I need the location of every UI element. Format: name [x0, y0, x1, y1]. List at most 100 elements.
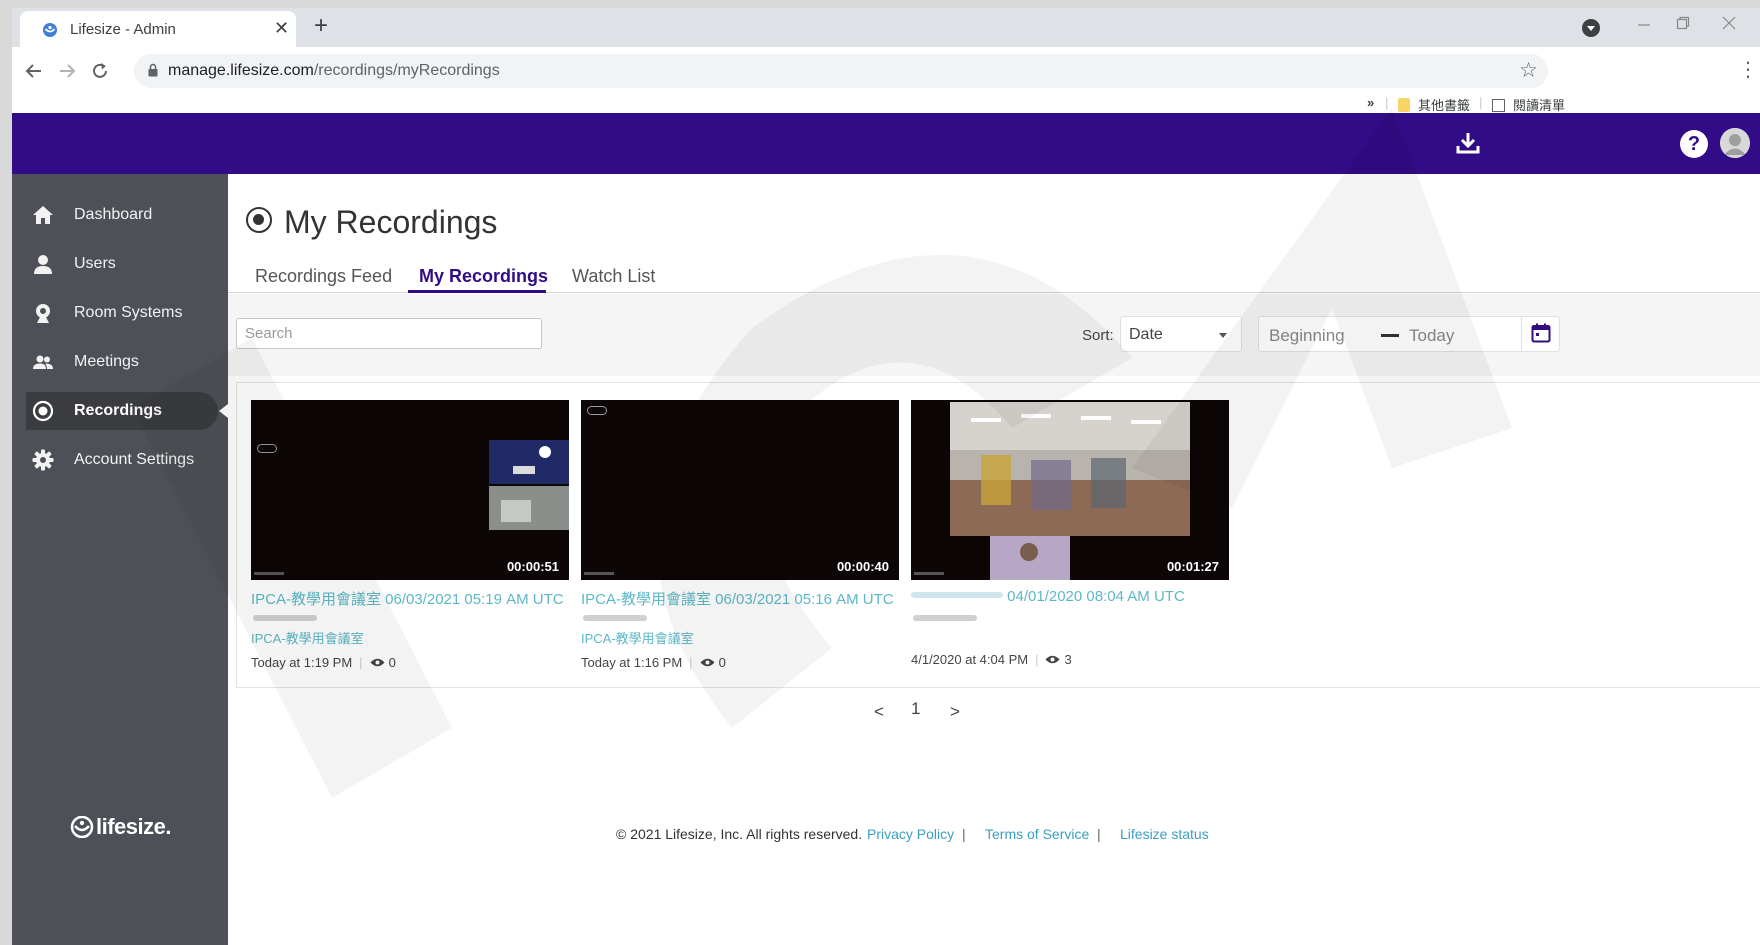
pagination-current[interactable]: 1: [911, 699, 920, 719]
calendar-button[interactable]: [1521, 317, 1561, 351]
privacy-policy-link[interactable]: Privacy Policy: [867, 826, 954, 842]
url-path: /recordings/myRecordings: [313, 62, 500, 79]
recording-date: 4/1/2020 at 4:04 PM: [911, 652, 1029, 667]
url-domain: manage.lifesize.com: [168, 62, 314, 79]
recording-date: Today at 1:19 PM: [251, 655, 353, 670]
recording-badge-icon: [587, 406, 607, 415]
tab-strip: Lifesize - Admin ✕ +: [12, 8, 1760, 47]
sort-label: Sort:: [1082, 327, 1114, 344]
search-input[interactable]: [236, 318, 542, 349]
recording-thumbnail[interactable]: 00:01:27: [911, 400, 1229, 580]
recording-thumbnail[interactable]: 00:00:40: [581, 400, 899, 580]
recordings-tabs: Recordings Feed My Recordings Watch List: [228, 260, 1760, 293]
lifesize-logo-text: lifesize.: [96, 814, 171, 839]
webcam-icon: [36, 304, 50, 323]
terms-of-service-link[interactable]: Terms of Service: [985, 826, 1089, 842]
date-from[interactable]: Beginning: [1269, 326, 1345, 346]
recording-thumbnail[interactable]: 00:00:51: [251, 400, 569, 580]
recording-views: 3: [1064, 652, 1072, 667]
pagination-next[interactable]: >: [950, 702, 960, 722]
sidebar-item-label: Account Settings: [74, 451, 195, 468]
browser-window: Lifesize - Admin ✕ + manage.lifesize.com…: [12, 8, 1760, 945]
sidebar-item-meetings[interactable]: Meetings: [26, 343, 218, 381]
bookmark-reading-list[interactable]: 閱讀清單: [1492, 95, 1565, 114]
group-icon: [33, 355, 53, 369]
date-range-picker[interactable]: Beginning Today: [1258, 316, 1560, 352]
recording-badge-icon: [257, 444, 277, 453]
recordings-title-icon: [246, 207, 272, 233]
reading-list-icon: [1492, 99, 1505, 112]
back-arrow-icon[interactable]: [24, 61, 44, 81]
user-avatar-icon: [1720, 128, 1750, 158]
tab-close-icon[interactable]: ✕: [274, 18, 289, 38]
footer-separator: |: [962, 826, 966, 842]
bookmark-star-icon[interactable]: ☆: [1519, 58, 1538, 83]
bookmark-other-label: 其他書籤: [1418, 98, 1471, 113]
tab-recordings-feed[interactable]: Recordings Feed: [255, 266, 392, 287]
date-to[interactable]: Today: [1409, 326, 1454, 346]
tab-title: Lifesize - Admin: [70, 21, 176, 38]
url-text: manage.lifesize.com/recordings/myRecordi…: [168, 62, 500, 80]
tab-my-recordings[interactable]: My Recordings: [419, 266, 548, 287]
recording-meta: Today at 1:16 PM | 0: [581, 655, 726, 670]
sidebar-item-label: Meetings: [74, 353, 139, 370]
recordings-list: 00:00:51 IPCA-教學用會議室 06/03/2021 05:19 AM…: [236, 382, 1760, 688]
new-tab-button[interactable]: +: [314, 13, 328, 39]
filter-bar: Sort: Date Beginning Today: [228, 294, 1760, 376]
video-frame-image: [251, 400, 569, 580]
app-header: ?: [12, 113, 1760, 174]
sidebar-item-recordings[interactable]: Recordings: [26, 392, 218, 430]
minimize-icon[interactable]: [1637, 18, 1651, 32]
sidebar-item-label: Dashboard: [74, 206, 153, 223]
footer-separator: |: [1097, 826, 1101, 842]
recording-title-link[interactable]: 04/01/2020 08:04 AM UTC: [911, 588, 1229, 605]
browser-tab[interactable]: Lifesize - Admin ✕: [20, 11, 296, 47]
recording-views: 0: [718, 655, 726, 670]
home-icon: [33, 206, 53, 224]
sidebar-item-room-systems[interactable]: Room Systems: [26, 294, 218, 332]
avatar[interactable]: [1720, 128, 1750, 158]
help-icon[interactable]: ?: [1680, 130, 1708, 158]
chrome-menu-icon[interactable]: ⋮: [1738, 57, 1758, 83]
recording-room-link[interactable]: IPCA-教學用會議室: [581, 628, 694, 647]
address-bar[interactable]: manage.lifesize.com/recordings/myRecordi…: [134, 54, 1548, 88]
video-frame-image: [581, 400, 899, 580]
recording-room-link[interactable]: IPCA-教學用會議室: [251, 628, 364, 647]
recording-date: Today at 1:16 PM: [581, 655, 683, 670]
recording-title-link[interactable]: IPCA-教學用會議室 06/03/2021 05:19 AM UTC: [251, 588, 569, 609]
recording-meta: Today at 1:19 PM | 0: [251, 655, 396, 670]
sidebar-item-label: Recordings: [74, 402, 163, 419]
eye-icon: [370, 658, 385, 667]
sidebar-item-dashboard[interactable]: Dashboard: [26, 196, 218, 234]
recording-duration: 00:00:40: [836, 559, 889, 574]
restore-icon[interactable]: [1676, 16, 1690, 30]
redacted-text: [911, 592, 1003, 598]
recording-title-link[interactable]: IPCA-教學用會議室 06/03/2021 05:16 AM UTC: [581, 588, 899, 609]
sidebar-item-label: Room Systems: [74, 304, 183, 321]
reload-icon[interactable]: [90, 61, 110, 81]
chrome-profile-icon[interactable]: [1582, 19, 1600, 37]
sidebar: Dashboard Users Room Systems Meetings Re…: [12, 174, 228, 945]
page-title: My Recordings: [284, 204, 498, 240]
calendar-icon: [1531, 323, 1551, 343]
copyright-text: © 2021 Lifesize, Inc. All rights reserve…: [616, 826, 863, 842]
download-icon[interactable]: [1456, 131, 1480, 155]
forward-arrow-icon[interactable]: [57, 61, 77, 81]
sort-select[interactable]: Date: [1120, 316, 1242, 352]
close-window-icon[interactable]: [1722, 16, 1736, 30]
tab-watch-list[interactable]: Watch List: [572, 266, 655, 287]
sidebar-item-users[interactable]: Users: [26, 245, 218, 283]
eye-icon: [1045, 655, 1060, 664]
recording-views: 0: [388, 655, 396, 670]
bookmark-other-folder[interactable]: 其他書籤: [1398, 95, 1470, 114]
active-tab-indicator: [408, 290, 546, 293]
lifesize-favicon-icon: [43, 23, 57, 37]
video-frame-image: [911, 400, 1229, 580]
redacted-text: [913, 615, 977, 621]
sidebar-item-account-settings[interactable]: Account Settings: [26, 441, 218, 479]
bookmarks-overflow-icon[interactable]: »: [1367, 95, 1374, 110]
meta-separator: |: [359, 655, 363, 670]
pagination-prev[interactable]: <: [874, 702, 884, 722]
lifesize-status-link[interactable]: Lifesize status: [1120, 826, 1209, 842]
browser-toolbar: manage.lifesize.com/recordings/myRecordi…: [12, 47, 1760, 95]
